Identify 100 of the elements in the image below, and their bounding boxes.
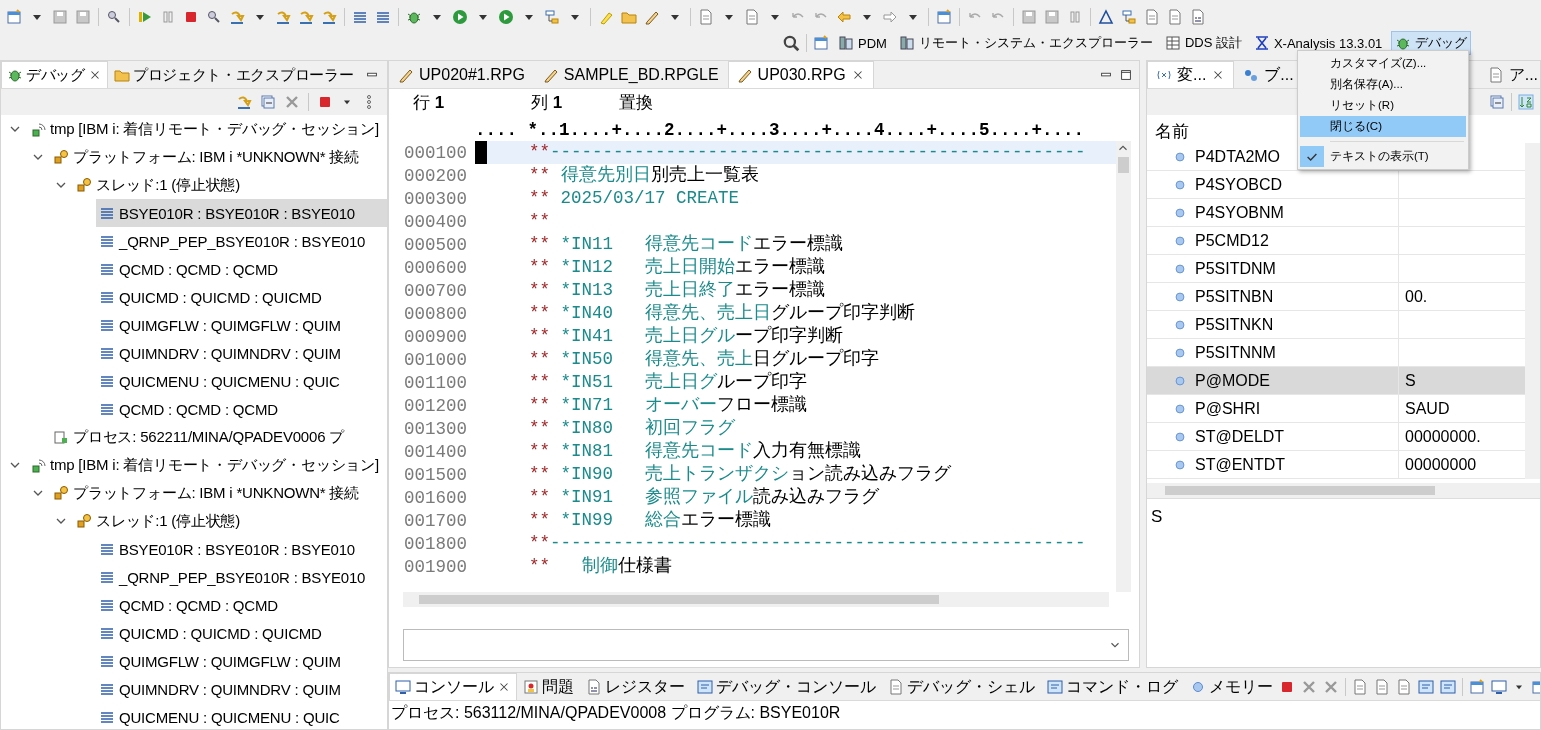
- remove-icon[interactable]: [1301, 678, 1317, 695]
- tree-item[interactable]: QUICMD : QUICMD : QUICMD: [96, 619, 387, 647]
- tree-item[interactable]: QUIMNDRV : QUIMNDRV : QUIM: [96, 675, 387, 703]
- window-icon[interactable]: [936, 9, 952, 25]
- document-icon[interactable]: [1396, 678, 1412, 695]
- tree-item[interactable]: QCMD : QCMD : QCMD: [96, 395, 387, 423]
- tab[interactable]: UP020#1.RPG: [389, 61, 534, 88]
- document-icon[interactable]: [744, 9, 760, 25]
- tab[interactable]: デバッグ・コンソール: [691, 673, 882, 700]
- table-row[interactable]: P5CMD12: [1147, 227, 1525, 255]
- square-icon[interactable]: [1021, 9, 1037, 25]
- perspective-button[interactable]: リモート・システム・エクスプローラー: [895, 32, 1156, 54]
- step-icon[interactable]: [236, 94, 252, 110]
- pencil-icon[interactable]: [644, 9, 660, 25]
- tab[interactable]: ア...: [1478, 61, 1540, 88]
- table-row[interactable]: P@MODE S: [1147, 367, 1525, 395]
- folder-icon[interactable]: [621, 9, 637, 25]
- command-field[interactable]: [403, 629, 1129, 661]
- tree-item[interactable]: tmp [IBM i: 着信リモート・デバッグ・セッション]: [27, 451, 387, 479]
- console-icon[interactable]: [1491, 678, 1507, 695]
- pin-icon[interactable]: [1418, 678, 1434, 695]
- square-icon[interactable]: [1044, 9, 1060, 25]
- remove-icon[interactable]: [284, 94, 300, 110]
- list-icon[interactable]: [375, 9, 391, 25]
- window-icon[interactable]: [6, 9, 22, 25]
- tree-item[interactable]: BSYE010R : BSYE010R : BSYE010: [96, 199, 387, 227]
- back-arrow-icon[interactable]: [836, 9, 852, 25]
- tree-item[interactable]: スレッド:1 (停止状態): [73, 507, 387, 535]
- save-icon[interactable]: [52, 9, 68, 25]
- document-icon[interactable]: [698, 9, 714, 25]
- tab[interactable]: 問題: [517, 673, 580, 700]
- tree-item[interactable]: BSYE010R : BSYE010R : BSYE010: [96, 535, 387, 563]
- pin-icon[interactable]: [1440, 678, 1456, 695]
- list-icon[interactable]: [352, 9, 368, 25]
- document-icon[interactable]: [1374, 678, 1390, 695]
- forward-arrow-icon[interactable]: [882, 9, 898, 25]
- tree-item[interactable]: QUIMNDRV : QUIMNDRV : QUIM: [96, 339, 387, 367]
- tab[interactable]: 変...: [1147, 61, 1235, 88]
- tree-item[interactable]: QUICMENU : QUICMENU : QUIC: [96, 703, 387, 729]
- tab[interactable]: ブ...: [1234, 61, 1303, 88]
- perspective-button[interactable]: X-Analysis 13.3.01: [1250, 33, 1386, 53]
- perspective-button[interactable]: PDM: [835, 33, 890, 53]
- tab[interactable]: デバッグ: [1, 61, 108, 88]
- tab[interactable]: レジスター: [580, 673, 691, 700]
- step-icon[interactable]: [229, 9, 245, 25]
- resume-icon[interactable]: [137, 9, 153, 25]
- table-row[interactable]: ST@ENTDT 00000000: [1147, 451, 1525, 479]
- tab[interactable]: デバッグ・シェル: [882, 673, 1041, 700]
- binary-file-icon[interactable]: [1190, 9, 1206, 25]
- tree-item[interactable]: tmp [IBM i: 着信リモート・デバッグ・セッション]: [27, 115, 387, 143]
- tree-item[interactable]: プラットフォーム: IBM i *UNKNOWN* 接続: [50, 143, 387, 171]
- window-icon[interactable]: [1469, 678, 1485, 695]
- step-icon[interactable]: [321, 9, 337, 25]
- connector-icon[interactable]: [317, 94, 333, 110]
- tab[interactable]: プロジェクト・エクスプローラー: [107, 61, 360, 88]
- menu-item[interactable]: 別名保存(A)...: [1300, 74, 1466, 95]
- tree-item[interactable]: _QRNP_PEP_BSYE010R : BSYE010: [96, 563, 387, 591]
- step-icon[interactable]: [298, 9, 314, 25]
- document-icon[interactable]: [1167, 9, 1183, 25]
- stop-icon[interactable]: [183, 9, 199, 25]
- table-row[interactable]: P5SITNBN 00.: [1147, 283, 1525, 311]
- tab[interactable]: コマンド・ログ: [1041, 673, 1184, 700]
- table-row[interactable]: P4SYOBCD: [1147, 171, 1525, 199]
- menu-item[interactable]: 閉じる(C): [1300, 116, 1466, 137]
- open-perspective-icon[interactable]: [813, 35, 829, 51]
- tree-item[interactable]: QCMD : QCMD : QCMD: [96, 255, 387, 283]
- step-icon[interactable]: [275, 9, 291, 25]
- collapse-icon[interactable]: [260, 94, 276, 110]
- tree-item[interactable]: QUICMENU : QUICMENU : QUIC: [96, 367, 387, 395]
- maximize-icon[interactable]: [1119, 67, 1133, 82]
- table-row[interactable]: P5SITDNM: [1147, 255, 1525, 283]
- document-icon[interactable]: [1144, 9, 1160, 25]
- triangle-icon[interactable]: [1098, 9, 1114, 25]
- tab[interactable]: SAMPLE_BD.RPGLE: [533, 61, 728, 88]
- collapse-icon[interactable]: [1489, 94, 1505, 110]
- tree-item[interactable]: QUIMGFLW : QUIMGFLW : QUIM: [96, 647, 387, 675]
- sort-icon[interactable]: [1518, 94, 1534, 110]
- perspective-button[interactable]: DDS 設計: [1161, 32, 1245, 54]
- run-icon[interactable]: [498, 9, 514, 25]
- document-icon[interactable]: [1352, 678, 1368, 695]
- tab[interactable]: メモリー: [1184, 673, 1279, 700]
- table-row[interactable]: P@SHRI SAUD: [1147, 395, 1525, 423]
- tree-item[interactable]: QUIMGFLW : QUIMGFLW : QUIM: [96, 311, 387, 339]
- menu-item[interactable]: カスタマイズ(Z)...: [1300, 53, 1466, 74]
- tab[interactable]: コンソール: [389, 673, 517, 700]
- run-icon[interactable]: [452, 9, 468, 25]
- pause-icon[interactable]: [160, 9, 176, 25]
- search-icon[interactable]: [782, 34, 800, 52]
- tree-item[interactable]: QUICMD : QUICMD : QUICMD: [96, 283, 387, 311]
- tree-item[interactable]: _QRNP_PEP_BSYE010R : BSYE010: [96, 227, 387, 255]
- table-row[interactable]: P4SYOBNM: [1147, 199, 1525, 227]
- table-row[interactable]: P5SITNKN: [1147, 311, 1525, 339]
- tab[interactable]: UP030.RPG: [727, 61, 874, 88]
- tree-item[interactable]: プロセス: 562211/MINA/QPADEV0006 プ: [50, 423, 387, 451]
- tree-item[interactable]: QCMD : QCMD : QCMD: [96, 591, 387, 619]
- tree-item[interactable]: プラットフォーム: IBM i *UNKNOWN* 接続: [50, 479, 387, 507]
- hierarchy-icon[interactable]: [1121, 9, 1137, 25]
- tree-item[interactable]: スレッド:1 (停止状態): [73, 171, 387, 199]
- remove-all-icon[interactable]: [1323, 678, 1339, 695]
- table-row[interactable]: ST@DELDT 00000000.: [1147, 423, 1525, 451]
